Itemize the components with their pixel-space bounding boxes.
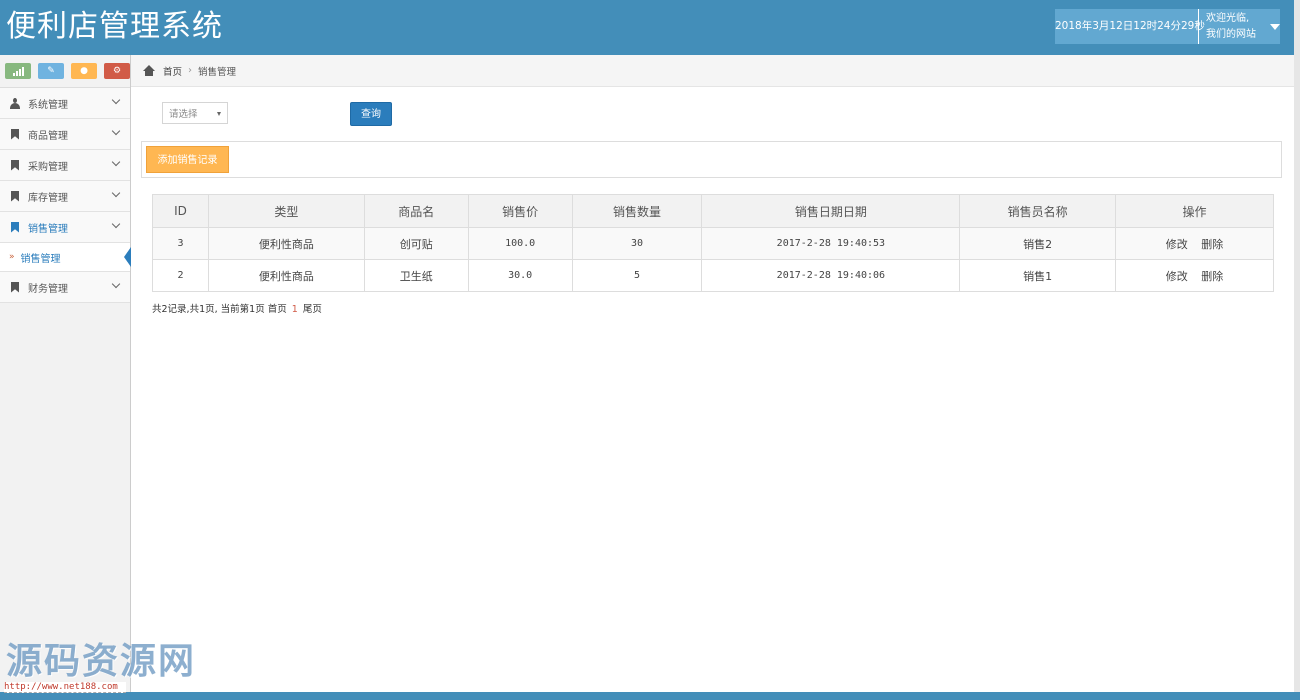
chevron-down-icon <box>111 157 121 167</box>
add-sales-record-button[interactable]: 添加销售记录 <box>146 146 229 173</box>
column-header: 销售员名称 <box>959 194 1117 228</box>
column-header: 销售日期日期 <box>701 194 961 228</box>
group-icon[interactable]: ● <box>71 63 97 79</box>
cell-type: 便利性商品 <box>207 227 365 260</box>
app-title: 便利店管理系统 <box>6 9 223 44</box>
cell-price: 100.0 <box>467 227 573 260</box>
table-header-row: ID 类型 商品名 销售价 销售数量 销售日期日期 销售员名称 操作 <box>152 194 1274 228</box>
query-button[interactable]: 查询 <box>350 102 392 126</box>
cell-price: 30.0 <box>467 259 573 292</box>
breadcrumb-separator: › <box>188 65 193 76</box>
shortcut-bar: ✎ ● ⚙ <box>0 55 130 88</box>
top-header: 便利店管理系统 2018年3月12日12时24分29秒 欢迎光临, 我们的网站 <box>0 0 1300 55</box>
column-header: 类型 <box>207 194 365 228</box>
cell-seller: 销售1 <box>959 259 1117 292</box>
column-header: ID <box>152 194 209 228</box>
column-header: 销售价 <box>467 194 573 228</box>
cell-name: 创可贴 <box>363 227 469 260</box>
signal-icon[interactable] <box>5 63 31 79</box>
chevron-down-icon <box>111 95 121 105</box>
bookmark-icon <box>10 128 20 140</box>
chevron-down-icon <box>111 188 121 198</box>
edit-link[interactable]: 修改 <box>1166 238 1188 251</box>
caret-down-icon[interactable] <box>1270 23 1280 30</box>
sidebar-item-label: 采购管理 <box>28 161 68 173</box>
active-pointer <box>124 247 131 267</box>
edit-link[interactable]: 修改 <box>1166 270 1188 283</box>
double-angle-right-icon: » <box>9 252 15 262</box>
welcome-text: 欢迎光临, 我们的网站 <box>1199 11 1264 43</box>
delete-link[interactable]: 删除 <box>1201 238 1223 251</box>
sidebar-item-purchase[interactable]: 采购管理 <box>0 150 130 181</box>
breadcrumb-home[interactable]: 首页 <box>163 64 182 78</box>
cell-name: 卫生纸 <box>363 259 469 292</box>
watermark-url: http://www.net188.com <box>4 682 126 693</box>
pencil-icon[interactable]: ✎ <box>38 63 64 79</box>
watermark-text: 源码资源网 <box>6 640 197 682</box>
user-icon <box>10 97 20 109</box>
breadcrumb-current: 销售管理 <box>198 66 237 78</box>
sidebar-item-sales[interactable]: 销售管理 <box>0 212 130 243</box>
breadcrumb: 首页 › 销售管理 <box>131 55 1294 87</box>
bookmark-icon <box>10 190 20 202</box>
cell-qty: 5 <box>571 259 703 292</box>
cell-type: 便利性商品 <box>207 259 365 292</box>
cell-date: 2017-2-28 19:40:06 <box>701 259 961 292</box>
delete-link[interactable]: 删除 <box>1201 270 1223 283</box>
sidebar: ✎ ● ⚙ 系统管理 商品管理 采购管理 库存管理 销售管理 » 销售管理 财务… <box>0 55 131 692</box>
select-placeholder: 请选择 <box>169 109 198 120</box>
table-row: 2 便利性商品 卫生纸 30.0 5 2017-2-28 19:40:06 销售… <box>152 259 1274 292</box>
sidebar-item-label: 销售管理 <box>28 223 68 235</box>
cell-seller: 销售2 <box>959 227 1117 260</box>
welcome-line-1: 欢迎光临, <box>1206 12 1250 24</box>
chevron-down-icon <box>111 279 121 289</box>
vertical-scrollbar[interactable] <box>1294 0 1300 700</box>
cogs-icon[interactable]: ⚙ <box>104 63 130 79</box>
cell-date: 2017-2-28 19:40:53 <box>701 227 961 260</box>
bookmark-icon <box>10 281 20 293</box>
cell-id: 2 <box>152 259 209 292</box>
chevron-down-icon <box>111 219 121 229</box>
pagination: 共2记录,共1页, 当前第1页 首页 1 尾页 <box>152 301 322 315</box>
column-header: 操作 <box>1115 194 1274 228</box>
sidebar-item-label: 商品管理 <box>28 130 68 142</box>
cell-qty: 30 <box>571 227 703 260</box>
sidebar-item-goods[interactable]: 商品管理 <box>0 119 130 150</box>
bookmark-icon <box>10 221 20 233</box>
home-icon <box>143 65 155 76</box>
type-select[interactable]: 请选择 <box>162 102 228 124</box>
bottom-bar <box>0 692 1300 700</box>
sidebar-item-finance[interactable]: 财务管理 <box>0 272 130 303</box>
pagination-last-link[interactable]: 尾页 <box>303 304 322 315</box>
sales-table: ID 类型 商品名 销售价 销售数量 销售日期日期 销售员名称 操作 3 便利性… <box>152 194 1274 292</box>
sidebar-subitem-sales-manage[interactable]: » 销售管理 <box>0 243 131 272</box>
caret-down-icon <box>217 112 221 116</box>
cell-id: 3 <box>152 227 209 260</box>
table-row: 3 便利性商品 创可贴 100.0 30 2017-2-28 19:40:53 … <box>152 227 1274 260</box>
welcome-line-2: 我们的网站 <box>1206 28 1256 40</box>
sidebar-subitem-label: 销售管理 <box>20 253 61 265</box>
sidebar-item-label: 库存管理 <box>28 192 68 204</box>
cell-ops: 修改 删除 <box>1115 259 1274 292</box>
user-menu[interactable]: 2018年3月12日12时24分29秒 欢迎光临, 我们的网站 <box>1055 9 1280 44</box>
bookmark-icon <box>10 159 20 171</box>
pagination-summary: 共2记录,共1页, 当前第1页 首页 <box>152 304 287 315</box>
cell-ops: 修改 删除 <box>1115 227 1274 260</box>
sidebar-item-label: 系统管理 <box>28 99 68 111</box>
sidebar-item-system[interactable]: 系统管理 <box>0 88 130 119</box>
current-datetime: 2018年3月12日12时24分29秒 <box>1055 9 1205 44</box>
column-header: 销售数量 <box>571 194 703 228</box>
action-toolbar: 添加销售记录 <box>141 141 1282 178</box>
pagination-current-page[interactable]: 1 <box>292 304 298 315</box>
chevron-down-icon <box>111 126 121 136</box>
sidebar-item-inventory[interactable]: 库存管理 <box>0 181 130 212</box>
column-header: 商品名 <box>363 194 469 228</box>
sidebar-item-label: 财务管理 <box>28 283 68 295</box>
